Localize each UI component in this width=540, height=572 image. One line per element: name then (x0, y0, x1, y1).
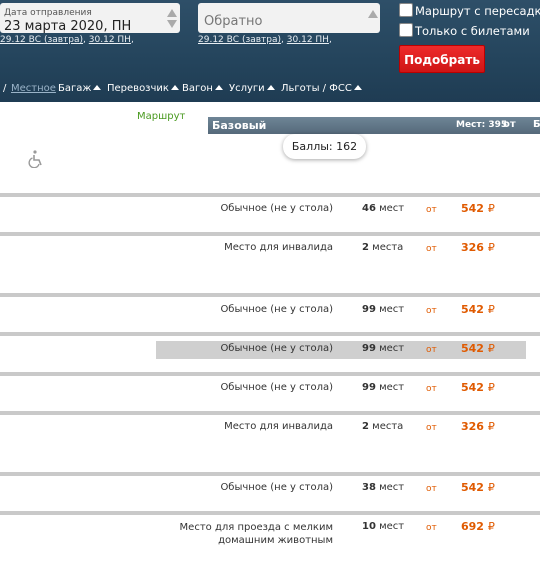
transfer-checkbox[interactable] (399, 3, 413, 17)
filter-car[interactable]: Вагон (182, 83, 223, 94)
date-down-icon[interactable] (167, 20, 177, 28)
divider (0, 511, 540, 515)
search-panel: Дата отправления 23 марта 2020, ПН 29.12… (0, 0, 540, 102)
seat-row[interactable]: Обычное (не у стола) 99 мест от 542 ₽ (0, 380, 540, 398)
seat-type: Место для инвалида (224, 421, 333, 432)
seat-row[interactable]: Обычное (не у стола) 99 мест от 542 ₽ (0, 302, 540, 320)
price-from: от (426, 244, 437, 254)
divider (0, 372, 540, 376)
filter-bar: / Местное Багаж Перевозчик Вагон Услуги … (0, 80, 540, 100)
seat-type: Обычное (не у стола) (220, 482, 333, 493)
divider (0, 232, 540, 236)
return-quick-dates: 29.12 ВС (завтра), 30.12 ПН, (198, 35, 332, 45)
price-from: от (426, 205, 437, 215)
seat-count: 99 мест (362, 382, 405, 393)
departure-quick-next[interactable]: 30.12 ПН (89, 35, 131, 45)
sort-triangle-icon (93, 85, 102, 90)
sort-triangle-icon (170, 85, 179, 90)
departure-date-label: Дата отправления (4, 8, 92, 18)
departure-quick-tomorrow[interactable]: 29.12 ВС (завтра) (0, 35, 83, 45)
return-up-icon[interactable] (368, 10, 378, 18)
seat-price[interactable]: 326 ₽ (461, 420, 495, 433)
seat-price[interactable]: 542 ₽ (461, 303, 495, 316)
points-tooltip: Баллы: 162 (283, 134, 366, 159)
seat-count: 99 мест (362, 304, 405, 315)
return-quick-next[interactable]: 30.12 ПН (287, 35, 329, 45)
wheelchair-icon (28, 150, 42, 168)
car-b: Б (533, 119, 540, 130)
divider (0, 472, 540, 476)
tickets-only-checkbox-label: Только с билетами (415, 24, 530, 38)
car-from: от (503, 119, 516, 130)
price-from: от (426, 423, 437, 433)
seat-count: 46 мест (362, 203, 405, 214)
departure-date-field[interactable]: Дата отправления 23 марта 2020, ПН (0, 3, 180, 34)
divider (0, 411, 540, 415)
price-from: от (426, 345, 437, 355)
seat-count: 2 места (362, 421, 404, 432)
return-date-field[interactable]: Обратно (198, 3, 380, 33)
seat-row[interactable]: Место для инвалида 2 места от 326 ₽ (0, 419, 540, 437)
seat-row[interactable]: Обычное (не у стола) 99 мест от 542 ₽ (156, 341, 526, 359)
seat-row[interactable]: Обычное (не у стола) 46 мест от 542 ₽ (0, 201, 540, 219)
sort-triangle-icon (353, 85, 362, 90)
seat-price[interactable]: 326 ₽ (461, 241, 495, 254)
route-link[interactable]: Маршрут (137, 111, 185, 122)
seat-type: Место для инвалида (224, 242, 333, 253)
tickets-only-checkbox[interactable] (399, 23, 413, 37)
divider (0, 332, 540, 336)
seat-type: Место для проезда с мелким домашним живо… (179, 522, 333, 546)
find-button[interactable]: Подобрать (399, 45, 485, 73)
seat-row[interactable]: Место для проезда с мелким домашним живо… (0, 519, 540, 549)
seat-type: Обычное (не у стола) (220, 304, 333, 315)
price-from: от (426, 384, 437, 394)
filter-benefits[interactable]: Льготы / ФСС (281, 83, 362, 94)
price-from: от (426, 306, 437, 316)
filter-local[interactable]: Местное (11, 83, 56, 94)
transfer-checkbox-label: Маршрут с пересадкой (415, 4, 540, 18)
seat-type: Обычное (не у стола) (220, 382, 333, 393)
filter-carrier[interactable]: Перевозчик (107, 83, 179, 94)
page: Дата отправления 23 марта 2020, ПН 29.12… (0, 0, 540, 572)
filter-services[interactable]: Услуги (229, 83, 275, 94)
car-seats: Мест: 395 (456, 120, 508, 130)
seat-row[interactable]: Обычное (не у стола) 38 мест от 542 ₽ (0, 480, 540, 498)
date-up-icon[interactable] (167, 9, 177, 17)
sort-triangle-icon (214, 85, 223, 90)
departure-date-value: 23 марта 2020, ПН (4, 19, 132, 34)
departure-quick-dates: 29.12 ВС (завтра), 30.12 ПН, (0, 35, 134, 45)
filter-baggage[interactable]: Багаж (58, 83, 102, 94)
divider (0, 193, 540, 197)
seat-price[interactable]: 542 ₽ (461, 481, 495, 494)
seat-count: 10 мест (362, 521, 405, 532)
return-quick-tomorrow[interactable]: 29.12 ВС (завтра) (198, 35, 281, 45)
car-name: Базовый (212, 119, 267, 132)
sort-triangle-icon (266, 85, 275, 90)
price-from: от (426, 484, 437, 494)
seat-price[interactable]: 542 ₽ (461, 202, 495, 215)
seat-type: Обычное (не у стола) (220, 203, 333, 214)
price-from: от (426, 523, 437, 533)
filter-separator: / (3, 83, 7, 94)
seat-price[interactable]: 542 ₽ (461, 342, 495, 355)
seat-count: 99 мест (362, 343, 405, 354)
seat-row[interactable]: Место для инвалида 2 места от 326 ₽ (0, 240, 540, 258)
seat-price[interactable]: 692 ₽ (461, 520, 495, 533)
seat-count: 2 места (362, 242, 404, 253)
seat-price[interactable]: 542 ₽ (461, 381, 495, 394)
car-header[interactable]: Базовый Мест: 395 от Б (208, 117, 540, 134)
return-date-placeholder: Обратно (204, 14, 263, 29)
divider (0, 293, 540, 297)
seat-count: 38 мест (362, 482, 405, 493)
seat-type: Обычное (не у стола) (220, 343, 333, 354)
